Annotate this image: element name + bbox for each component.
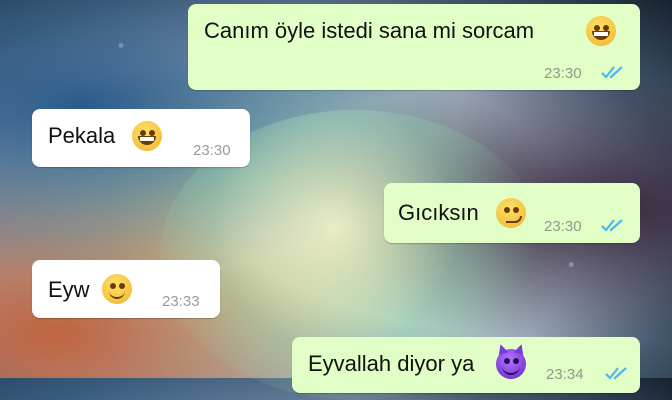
message-time: 23:30 — [544, 218, 582, 235]
message-time: 23:34 — [546, 366, 584, 383]
message-time: 23:33 — [162, 293, 200, 310]
message-text: Canım öyle istedi sana mi sorcam — [204, 18, 535, 43]
message-time: 23:30 — [193, 142, 231, 159]
message-bubble-incoming[interactable]: Pekala 23:30 — [32, 109, 250, 167]
read-receipt-icon — [600, 217, 626, 233]
smirking-face-icon — [496, 198, 526, 228]
slightly-smiling-face-icon — [102, 274, 132, 304]
read-receipt-icon — [600, 64, 626, 80]
read-receipt-icon — [604, 365, 630, 381]
message-bubble-outgoing[interactable]: Canım öyle istedi sana mi sorcam 23:30 — [188, 4, 640, 90]
message-text: Eyvallah diyor ya — [308, 351, 475, 376]
message-bubble-outgoing[interactable]: Eyvallah diyor ya 23:34 — [292, 337, 640, 393]
grinning-face-icon — [586, 16, 616, 46]
message-text: Pekala — [48, 123, 116, 148]
message-text: Gıcıksın — [398, 200, 479, 225]
smiling-devil-face-icon — [496, 349, 526, 379]
grinning-face-icon — [132, 121, 162, 151]
message-text: Eyw — [48, 277, 90, 302]
message-bubble-incoming[interactable]: Eyw 23:33 — [32, 260, 220, 318]
message-time: 23:30 — [544, 65, 582, 82]
message-bubble-outgoing[interactable]: Gıcıksın 23:30 — [384, 183, 640, 243]
